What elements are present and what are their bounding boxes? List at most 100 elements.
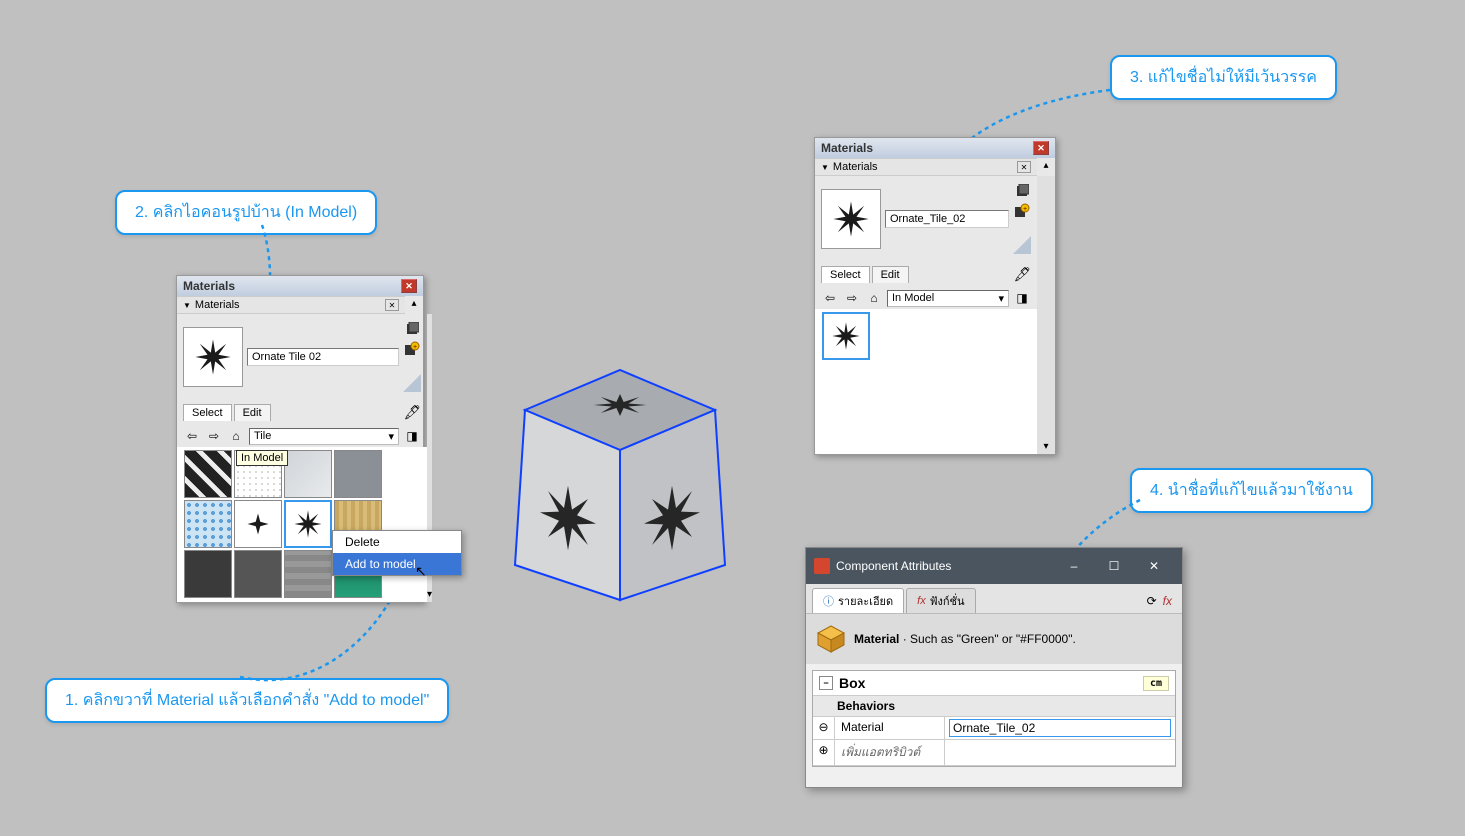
textured-cube [490,340,740,620]
minimize-icon[interactable]: ✕ [1017,161,1031,173]
add-attr-label: เพิ่มแอตทริบิวต์ [835,740,945,765]
swatch-tile[interactable] [184,550,232,598]
close-icon[interactable]: ✕ [1134,554,1174,578]
add-icon[interactable]: ⊕ [813,740,835,765]
callout-4: 4. นำชื่อที่แก้ไขแล้วมาใช้งาน [1130,468,1373,513]
collapse-icon: ▼ [183,301,191,310]
nav-forward-icon[interactable]: ⇨ [843,289,861,307]
panel-titlebar[interactable]: Materials ✕ [177,276,423,296]
component-attributes-panel: Component Attributes – ☐ ✕ ⓘรายละเอียด f… [805,547,1183,788]
side-icons: + [403,320,421,394]
material-cube-icon [816,624,846,654]
info-icon: ⓘ [823,593,834,609]
sample-icon[interactable] [403,320,421,338]
home-icon[interactable]: ⌂ [227,427,245,445]
library-dropdown[interactable]: In Model▾ [887,290,1009,307]
panel-body: + [177,314,427,400]
tab-edit[interactable]: Edit [234,404,271,421]
close-icon[interactable]: ✕ [1033,141,1049,155]
collapse-icon: ▼ [821,163,829,172]
fx-toggle-icon[interactable]: fx [1163,594,1172,608]
create-material-icon[interactable]: + [403,340,421,358]
callout-1: 1. คลิกขวาที่ Material แล้วเลือกคำสั่ง "… [45,678,449,723]
comp-title-text: Component Attributes [836,559,1054,573]
material-preview[interactable] [183,327,243,387]
refresh-icon[interactable]: ⟳ [1147,594,1157,608]
material-name-field[interactable] [885,210,1009,228]
callout-2: 2. คลิกไอคอนรูปบ้าน (In Model) [115,190,377,235]
preview-row: + [821,182,1031,256]
nav-row: ⇦ ⇨ ⌂ Tile▾ ◨ [177,425,427,447]
nav-back-icon[interactable]: ⇦ [183,427,201,445]
chevron-down-icon: ▾ [388,430,394,443]
swatch-tile[interactable] [184,450,232,498]
attr-value-field[interactable] [949,719,1171,737]
svg-text:+: + [1023,206,1027,213]
comp-desc: Material · Such as "Green" or "#FF0000". [806,614,1182,664]
eyedropper-icon[interactable]: 🖋 [403,404,421,421]
tab-functions[interactable]: fxฟังก์ชั่น [906,588,975,613]
swatch-tile[interactable] [284,550,332,598]
collapse-minus-icon[interactable]: − [819,676,833,690]
material-name-field[interactable] [247,348,399,366]
tab-select[interactable]: Select [183,404,232,421]
callout-3: 3. แก้ไขชื่อไม่ให้มีเว้นวรรค [1110,55,1337,100]
sample-icon[interactable] [1013,182,1031,200]
svg-text:+: + [413,344,417,351]
eyedropper-icon[interactable]: 🖋 [1013,266,1031,283]
in-model-tooltip: In Model [236,450,288,466]
scroll-up-icon[interactable]: ▴ [1037,158,1055,171]
preview-row: + [183,320,421,394]
tab-edit[interactable]: Edit [872,266,909,283]
attr-row-material: ⊖ Material [813,717,1175,740]
attr-name: Material [835,717,945,739]
swatch-grid [177,447,427,601]
create-material-icon[interactable]: + [1013,202,1031,220]
menu-delete[interactable]: Delete [333,531,461,553]
tabs-row: Select Edit 🖋 [177,400,427,425]
tab-details[interactable]: ⓘรายละเอียด [812,588,904,613]
swatch-tile[interactable] [234,550,282,598]
app-icon [814,558,830,574]
attr-section: Behaviors [813,696,1175,717]
fx-icon: fx [917,595,926,607]
close-icon[interactable]: ✕ [401,279,417,293]
home-icon[interactable]: ⌂ [865,289,883,307]
menu-add-to-model[interactable]: Add to model [333,553,461,575]
swatch-tile[interactable] [334,450,382,498]
fold-icon[interactable] [403,374,421,392]
attr-row-add[interactable]: ⊕ เพิ่มแอตทริบิวต์ [813,740,1175,766]
panel-title: Materials [183,279,235,293]
tab-select[interactable]: Select [821,266,870,283]
unit-badge[interactable]: cm [1143,676,1169,691]
remove-icon[interactable]: ⊖ [813,717,835,739]
attr-header[interactable]: − Box cm [813,671,1175,696]
swatch-ornate-1[interactable] [234,500,282,548]
fold-icon[interactable] [1013,236,1031,254]
scroll-up-icon[interactable]: ▴ [405,296,423,309]
panel-subtitle[interactable]: ▼ Materials ✕ [815,158,1037,176]
chevron-down-icon: ▾ [998,292,1004,305]
maximize-icon[interactable]: ☐ [1094,554,1134,578]
swatch-tile[interactable] [284,450,332,498]
cursor-icon: ↖ [415,563,427,580]
details-icon[interactable]: ◨ [403,427,421,445]
panel-subtitle[interactable]: ▼ Materials ✕ [177,296,405,314]
swatch-tile[interactable] [184,500,232,548]
nav-back-icon[interactable]: ⇦ [821,289,839,307]
attr-table: − Box cm Behaviors ⊖ Material ⊕ เพิ่มแอต… [812,670,1176,767]
context-menu: Delete Add to model [332,530,462,576]
details-icon[interactable]: ◨ [1013,289,1031,307]
swatch-in-model[interactable] [822,312,870,360]
minimize-icon[interactable]: – [1054,554,1094,578]
swatch-ornate-2-selected[interactable] [284,500,332,548]
comp-titlebar[interactable]: Component Attributes – ☐ ✕ [806,548,1182,584]
nav-forward-icon[interactable]: ⇨ [205,427,223,445]
comp-tabs: ⓘรายละเอียด fxฟังก์ชั่น ⟳ fx [806,584,1182,614]
material-preview[interactable] [821,189,881,249]
materials-panel-2: Materials ✕ ▼ Materials ✕ ▴ [814,137,1056,455]
panel-titlebar[interactable]: Materials ✕ [815,138,1055,158]
minimize-icon[interactable]: ✕ [385,299,399,311]
scrollbar[interactable]: ▾ [1037,176,1055,454]
library-dropdown[interactable]: Tile▾ [249,428,399,445]
